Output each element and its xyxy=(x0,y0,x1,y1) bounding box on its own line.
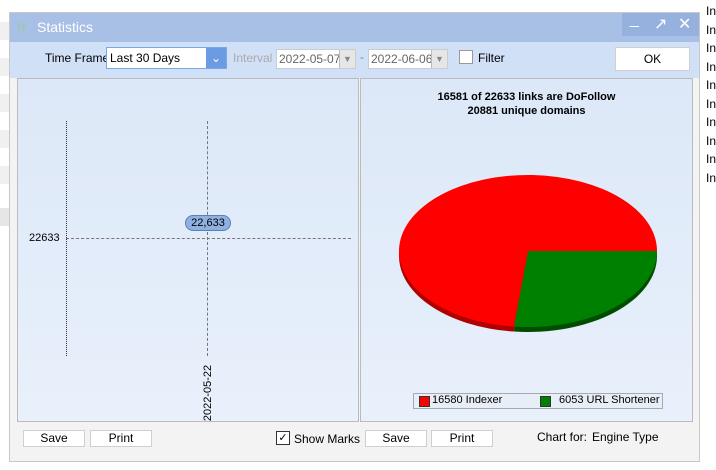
statistics-window: ⁞↑ Statistics _ ↗ ✕ Time Frame Last 30 D… xyxy=(9,11,700,462)
background-list-item: In xyxy=(706,41,716,55)
pie-chart xyxy=(399,174,657,332)
background-list-item: In xyxy=(706,96,716,111)
pie-slice-url-shortener[interactable] xyxy=(513,251,657,327)
dropdown-arrow-icon[interactable]: ▼ xyxy=(431,50,447,68)
background-list-item: In xyxy=(706,59,716,74)
title-bar[interactable]: ⁞↑ Statistics _ ↗ ✕ xyxy=(10,11,699,42)
data-point-label[interactable]: 22,633 xyxy=(185,215,231,231)
chevron-down-icon: ⌄ xyxy=(206,48,226,68)
right-save-button[interactable]: Save xyxy=(365,430,427,447)
ok-button[interactable]: OK xyxy=(615,47,690,71)
background-list: In In In In In In In In In In xyxy=(700,0,716,205)
time-frame-select[interactable]: Last 30 Days ⌄ xyxy=(106,47,227,69)
date-to-picker[interactable]: 2022-06-06 ▼ xyxy=(368,49,448,69)
pie-chart-panel: 16581 of 22633 links are DoFollow 20881 … xyxy=(360,78,693,422)
legend: 16580 Indexer 6053 URL Shortener xyxy=(413,393,663,409)
legend-label-url-shortener: 6053 URL Shortener xyxy=(559,394,660,406)
maximize-button[interactable]: ↗ xyxy=(654,14,667,34)
filter-label: Filter xyxy=(478,51,505,65)
background-list-item: In xyxy=(706,78,716,92)
background-list-item: In xyxy=(706,4,716,18)
vertical-crosshair xyxy=(207,121,208,356)
chart-for-value: Engine Type xyxy=(592,430,659,444)
chart-for-label: Chart for: xyxy=(537,430,588,444)
legend-swatch-indexer xyxy=(419,396,430,407)
toolbar: Time Frame Last 30 Days ⌄ Interval 2022-… xyxy=(10,42,699,78)
background-list-item: In xyxy=(706,170,716,185)
left-save-button[interactable]: Save xyxy=(23,430,85,447)
y-value-label: 22633 xyxy=(29,232,60,244)
right-print-button[interactable]: Print xyxy=(431,430,493,447)
horizontal-crosshair xyxy=(66,238,351,239)
left-print-button[interactable]: Print xyxy=(90,430,152,447)
background-list-item: In xyxy=(706,115,716,129)
statistics-app-icon: ⁞↑ xyxy=(17,19,28,34)
close-button[interactable]: ✕ xyxy=(678,14,691,34)
background-list-item: In xyxy=(706,152,716,166)
background-list-item: In xyxy=(706,133,716,148)
interval-label: Interval xyxy=(233,51,273,65)
background-list-item: In xyxy=(706,22,716,37)
date-separator: - xyxy=(360,50,364,64)
date-from-picker[interactable]: 2022-05-07 ▼ xyxy=(276,49,356,69)
legend-swatch-url-shortener xyxy=(540,396,551,407)
time-frame-value: Last 30 Days xyxy=(110,51,181,65)
filter-checkbox[interactable] xyxy=(459,50,473,64)
minimize-button[interactable]: _ xyxy=(630,11,639,29)
window-title: Statistics xyxy=(37,19,94,35)
x-axis-label: 2022-05-22 xyxy=(202,364,214,422)
show-marks-label: Show Marks xyxy=(294,432,361,446)
legend-label-indexer: 16580 Indexer xyxy=(432,394,503,406)
time-frame-label: Time Frame xyxy=(45,51,110,65)
date-to-value: 2022-06-06 xyxy=(371,52,433,66)
line-chart-panel: 22633 22,633 2022-05-22 xyxy=(17,78,359,422)
show-marks-checkbox[interactable]: ✓ xyxy=(276,431,290,445)
dropdown-arrow-icon[interactable]: ▼ xyxy=(339,50,355,68)
date-from-value: 2022-05-07 xyxy=(279,52,341,66)
